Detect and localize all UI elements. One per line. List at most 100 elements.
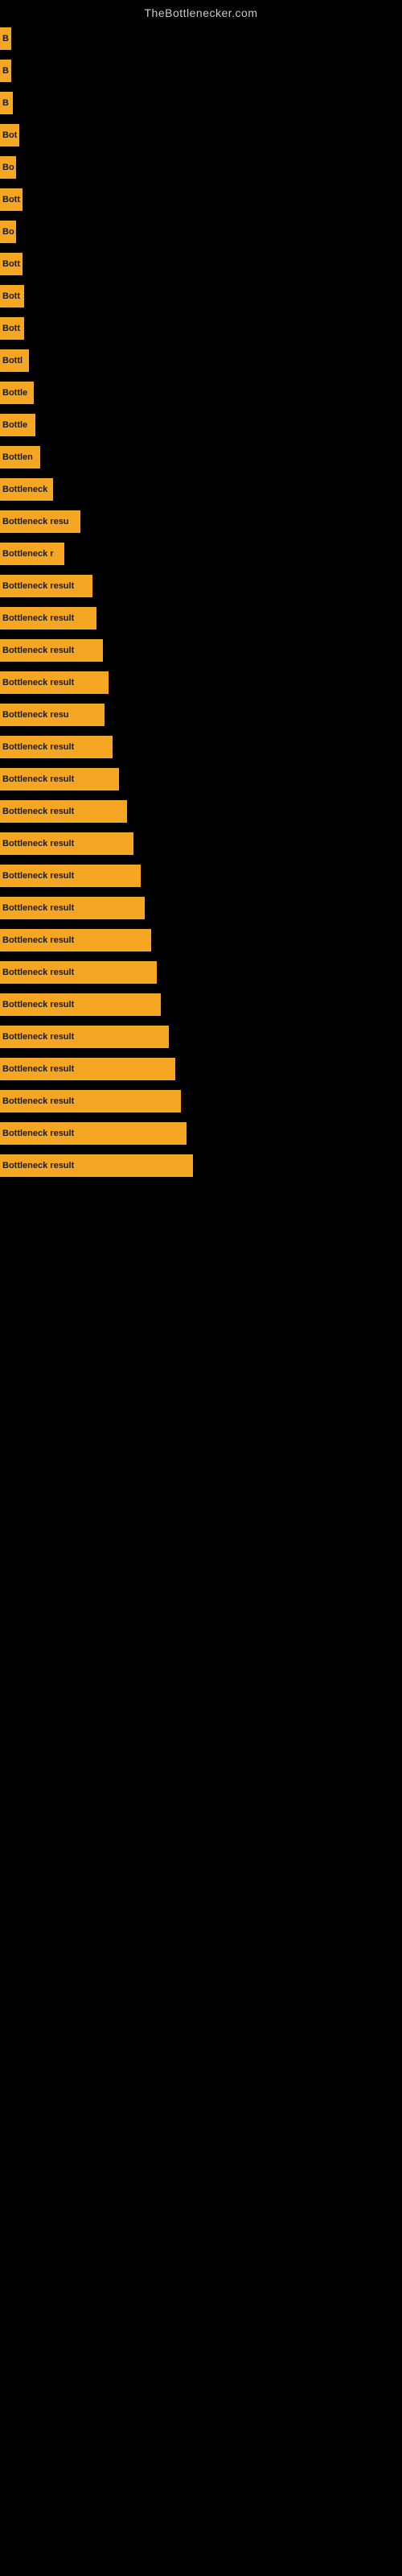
bar-label-14: Bottleneck <box>2 485 47 494</box>
bar-row: Bottleneck result <box>0 634 402 667</box>
bar-label-26: Bottleneck result <box>2 871 74 881</box>
bar-label-20: Bottleneck result <box>2 678 74 687</box>
bar-18: Bottleneck result <box>0 607 96 630</box>
bar-30: Bottleneck result <box>0 993 161 1016</box>
bar-label-0: B <box>2 34 9 43</box>
bar-label-10: Bottl <box>2 356 23 365</box>
bar-11: Bottle <box>0 382 34 404</box>
bar-row: Bottleneck result <box>0 924 402 956</box>
bar-row: Bo <box>0 151 402 184</box>
bar-row: Bottleneck result <box>0 570 402 602</box>
bar-17: Bottleneck result <box>0 575 92 597</box>
bar-row: Bottleneck resu <box>0 506 402 538</box>
bar-label-31: Bottleneck result <box>2 1032 74 1042</box>
bar-label-27: Bottleneck result <box>2 903 74 913</box>
bar-label-30: Bottleneck result <box>2 1000 74 1009</box>
bar-label-3: Bot <box>2 130 17 140</box>
bar-label-1: B <box>2 66 9 76</box>
bar-label-29: Bottleneck result <box>2 968 74 977</box>
site-title: TheBottlenecker.com <box>0 0 402 23</box>
bar-row: Bottleneck resu <box>0 699 402 731</box>
bar-5: Bott <box>0 188 23 211</box>
bar-22: Bottleneck result <box>0 736 113 758</box>
bar-label-35: Bottleneck result <box>2 1161 74 1170</box>
bar-label-19: Bottleneck result <box>2 646 74 655</box>
bar-row: Bottleneck result <box>0 956 402 989</box>
bar-label-33: Bottleneck result <box>2 1096 74 1106</box>
bar-9: Bott <box>0 317 24 340</box>
bar-row: Bottleneck result <box>0 1021 402 1053</box>
bar-label-6: Bo <box>2 227 14 237</box>
bar-27: Bottleneck result <box>0 897 145 919</box>
bar-label-25: Bottleneck result <box>2 839 74 848</box>
bar-row: Bottleneck <box>0 473 402 506</box>
bar-12: Bottle <box>0 414 35 436</box>
bar-label-34: Bottleneck result <box>2 1129 74 1138</box>
bar-label-32: Bottleneck result <box>2 1064 74 1074</box>
bar-33: Bottleneck result <box>0 1090 181 1113</box>
bar-row: Bottlen <box>0 441 402 473</box>
bar-4: Bo <box>0 156 16 179</box>
bar-35: Bottleneck result <box>0 1154 193 1177</box>
bar-label-4: Bo <box>2 163 14 172</box>
bar-label-23: Bottleneck result <box>2 774 74 784</box>
bar-26: Bottleneck result <box>0 865 141 887</box>
bar-row: Bott <box>0 184 402 216</box>
bar-row: Bottleneck result <box>0 860 402 892</box>
bar-label-21: Bottleneck resu <box>2 710 69 720</box>
bar-row: Bo <box>0 216 402 248</box>
bar-label-12: Bottle <box>2 420 27 430</box>
bar-19: Bottleneck result <box>0 639 103 662</box>
bar-row: Bot <box>0 119 402 151</box>
bar-13: Bottlen <box>0 446 40 469</box>
bar-label-24: Bottleneck result <box>2 807 74 816</box>
bar-label-28: Bottleneck result <box>2 935 74 945</box>
bar-row: Bottleneck result <box>0 1150 402 1182</box>
bar-row: Bottl <box>0 345 402 377</box>
bar-row: Bottleneck result <box>0 763 402 795</box>
bar-6: Bo <box>0 221 16 243</box>
bar-row: Bottleneck result <box>0 1117 402 1150</box>
bar-row: B <box>0 55 402 87</box>
bar-row: Bottleneck r <box>0 538 402 570</box>
bar-row: Bottleneck result <box>0 602 402 634</box>
bar-23: Bottleneck result <box>0 768 119 791</box>
bar-20: Bottleneck result <box>0 671 109 694</box>
bar-10: Bottl <box>0 349 29 372</box>
bar-31: Bottleneck result <box>0 1026 169 1048</box>
bar-label-11: Bottle <box>2 388 27 398</box>
bar-label-5: Bott <box>2 195 20 204</box>
bar-label-9: Bott <box>2 324 20 333</box>
bar-label-16: Bottleneck r <box>2 549 54 559</box>
bar-row: Bottle <box>0 377 402 409</box>
bar-label-18: Bottleneck result <box>2 613 74 623</box>
bar-row: Bottle <box>0 409 402 441</box>
bar-25: Bottleneck result <box>0 832 133 855</box>
bar-2: B <box>0 92 13 114</box>
bar-row: Bottleneck result <box>0 1085 402 1117</box>
bars-container: B B B Bot Bo Bott Bo Bott Bott Bott Bottl Bottle Bot… <box>0 23 402 1182</box>
bar-32: Bottleneck result <box>0 1058 175 1080</box>
bar-28: Bottleneck result <box>0 929 151 952</box>
bar-row: Bottleneck result <box>0 989 402 1021</box>
bar-0: B <box>0 27 11 50</box>
bar-row: Bottleneck result <box>0 892 402 924</box>
bar-label-2: B <box>2 98 9 108</box>
bar-row: Bott <box>0 248 402 280</box>
bar-label-8: Bott <box>2 291 20 301</box>
bar-14: Bottleneck <box>0 478 53 501</box>
bar-row: Bottleneck result <box>0 828 402 860</box>
bar-3: Bot <box>0 124 19 147</box>
bar-34: Bottleneck result <box>0 1122 187 1145</box>
bar-row: B <box>0 23 402 55</box>
bar-15: Bottleneck resu <box>0 510 80 533</box>
bar-label-7: Bott <box>2 259 20 269</box>
bar-row: Bottleneck result <box>0 1053 402 1085</box>
bar-row: B <box>0 87 402 119</box>
bar-label-17: Bottleneck result <box>2 581 74 591</box>
bar-row: Bottleneck result <box>0 667 402 699</box>
bar-label-13: Bottlen <box>2 452 33 462</box>
bar-row: Bott <box>0 312 402 345</box>
bar-row: Bott <box>0 280 402 312</box>
bar-label-22: Bottleneck result <box>2 742 74 752</box>
